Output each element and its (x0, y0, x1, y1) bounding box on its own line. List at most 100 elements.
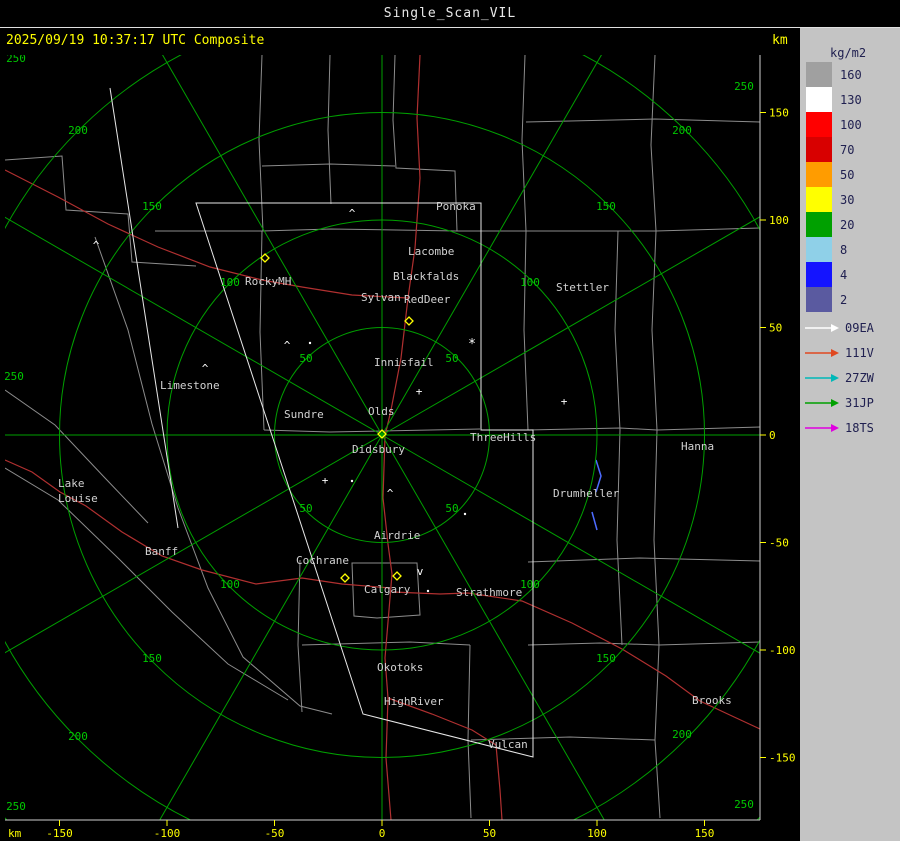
range-ring-label: 200 (68, 124, 88, 137)
color-scale: 160 130 100 70 50 30 20 8 4 2 (806, 62, 862, 312)
arrow-head (831, 398, 839, 407)
scale-entry: 30 (806, 187, 862, 212)
boundary-line (258, 55, 264, 232)
right-axis-tick-label: -100 (769, 644, 796, 657)
boundary-line (525, 118, 760, 123)
plus-marker: + (416, 385, 423, 398)
site-id-label: 18TS (845, 420, 874, 435)
right-axis-tick-label: -50 (769, 537, 789, 550)
bottom-axis-tick-label: 100 (587, 827, 607, 840)
boundary-line (297, 559, 303, 713)
boundary-line (616, 429, 623, 646)
range-ring-label: 50 (445, 502, 458, 515)
range-ring-label: 200 (672, 124, 692, 137)
site-arrow-icon (805, 398, 839, 407)
scale-value: 4 (840, 267, 848, 282)
range-ring-label: 150 (142, 652, 162, 665)
city-label: Lacombe (408, 245, 454, 258)
point-marker (308, 341, 312, 345)
arrow-head (831, 373, 839, 382)
boundary-line (261, 163, 396, 167)
range-ring-label: 200 (68, 730, 88, 743)
city-label: Blackfalds (393, 270, 459, 283)
bottom-axis-tick-label: 50 (483, 827, 496, 840)
range-ring-label: 150 (596, 200, 616, 213)
scale-entry: 4 (806, 262, 862, 287)
azimuth-line (381, 55, 602, 436)
azimuth-line (159, 434, 383, 820)
range-ring-label: 50 (299, 352, 312, 365)
city-label: Innisfail (374, 356, 434, 369)
scale-swatch (806, 162, 832, 187)
azimuth-line (381, 434, 760, 654)
city-label: Drumheller (553, 487, 620, 500)
radar-site-marker (392, 571, 402, 581)
scale-value: 160 (840, 67, 862, 82)
city-label: RedDeer (404, 293, 451, 306)
city-label: Vulcan (488, 738, 528, 751)
boundary-line (327, 55, 332, 205)
boundary-line (467, 644, 472, 819)
city-label: Louise (58, 492, 98, 505)
window-title: Single_Scan_VIL (383, 6, 517, 21)
caret-marker: ^ (387, 487, 394, 500)
bottom-axis-unit-label: km (8, 827, 22, 840)
boundary-line (527, 641, 760, 646)
site-arrow-icon (805, 348, 839, 357)
scale-swatch (806, 137, 832, 162)
title-bar: Single_Scan_VIL (0, 0, 900, 28)
color-scale-panel: kg/m2 160 130 100 70 50 30 20 8 4 2 09EA 111V 27ZW 3… (800, 28, 900, 841)
range-ring-label: 100 (220, 578, 240, 591)
city-label: Banff (145, 545, 178, 558)
range-ring-label: 50 (445, 352, 458, 365)
radar-site-marker (340, 573, 350, 583)
vee-marker: v (417, 565, 424, 578)
boundary-line (521, 55, 527, 232)
legend-entry: 111V (804, 340, 874, 365)
scale-swatch (806, 87, 832, 112)
scale-entry: 100 (806, 112, 862, 137)
site-arrow-icon (805, 373, 839, 382)
range-ring-label: 150 (596, 652, 616, 665)
range-ring-label: 250 (6, 52, 26, 65)
scale-value: 20 (840, 217, 855, 232)
scale-value: 8 (840, 242, 848, 257)
radar-site-legend: 09EA 111V 27ZW 31JP 18TS (804, 315, 874, 440)
range-ring-label: 250 (4, 370, 24, 383)
asterisk-marker: * (468, 337, 476, 352)
scale-swatch (806, 112, 832, 137)
range-ring-label: 100 (220, 276, 240, 289)
city-label: Ponoka (436, 200, 476, 213)
timestamp-label: 2025/09/19 10:37:17 UTC Composite (6, 33, 265, 48)
arrow-head (831, 323, 839, 332)
azimuth-line (5, 216, 383, 436)
point-marker (426, 589, 430, 593)
scale-entry: 50 (806, 162, 862, 187)
scale-entry: 70 (806, 137, 862, 162)
city-label: Didsbury (352, 443, 405, 456)
right-axis-tick-label: 0 (769, 429, 776, 442)
right-axis-tick-label: -150 (769, 752, 796, 765)
scale-swatch (806, 237, 832, 262)
city-label: Airdrie (374, 529, 420, 542)
boundary-line (527, 426, 760, 431)
boundary-line (5, 467, 289, 701)
range-ring-label: 50 (299, 502, 312, 515)
map-layer: 50 100 150 200 250 50 100 150 200 250 50 100 150 200 2… (4, 52, 760, 820)
caret-marker: ^ (202, 362, 209, 375)
scale-entry: 130 (806, 87, 862, 112)
plus-marker: + (322, 474, 329, 487)
right-axis-tick-label: 50 (769, 322, 782, 335)
site-id-label: 27ZW (845, 370, 874, 385)
scale-value: 2 (840, 292, 848, 307)
caret-marker: ^ (349, 207, 356, 220)
city-label: Olds (368, 405, 395, 418)
site-id-label: 09EA (845, 320, 874, 335)
city-label: Cochrane (296, 554, 349, 567)
city-label: Sundre (284, 408, 324, 421)
radar-map-canvas[interactable]: 50 100 150 200 250 50 100 150 200 250 50 100 150 200 2… (0, 0, 800, 841)
caret-marker: ^ (284, 339, 291, 352)
bottom-axis-tick-label: -100 (154, 827, 181, 840)
boundary-line (155, 227, 760, 232)
range-ring-label: 250 (734, 798, 754, 811)
